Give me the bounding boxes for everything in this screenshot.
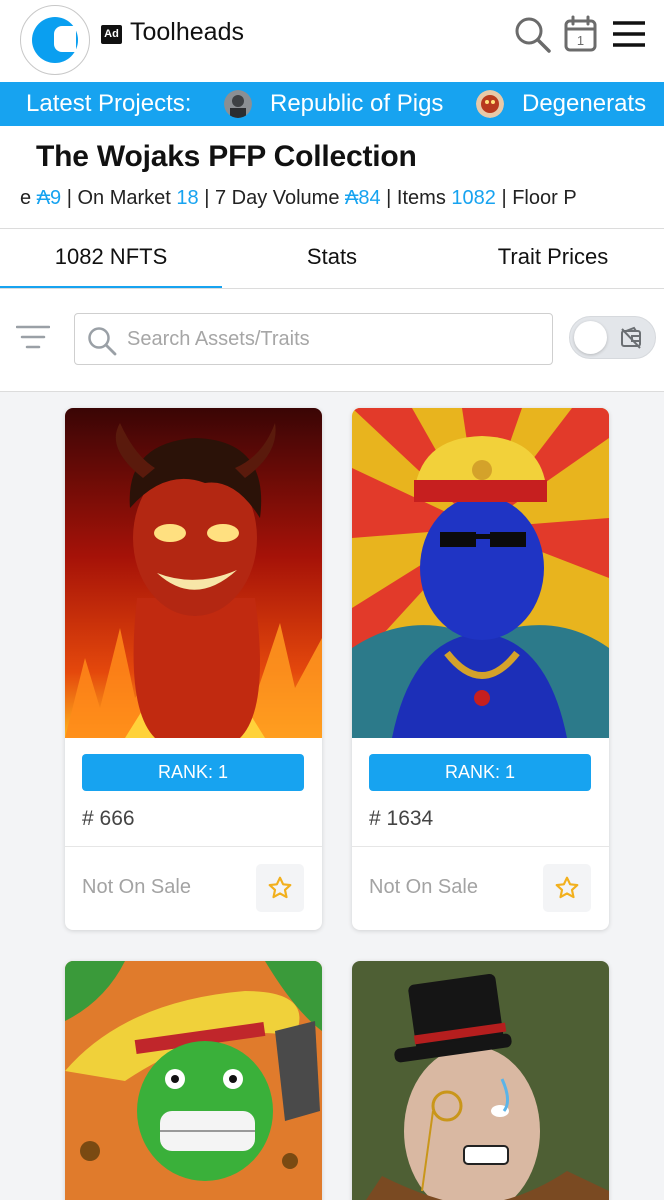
nft-card[interactable] xyxy=(65,961,322,1200)
tab-trait-prices[interactable]: Trait Prices xyxy=(442,244,664,270)
nft-image[interactable] xyxy=(352,961,609,1200)
search-icon xyxy=(88,327,117,356)
rank-badge: RANK: 1 xyxy=(369,754,591,791)
project-avatar[interactable] xyxy=(476,90,504,118)
currency-symbol: ₳ xyxy=(36,187,51,209)
project-avatar[interactable] xyxy=(224,90,252,118)
star-icon xyxy=(555,876,579,899)
sale-status: Not On Sale xyxy=(369,876,478,898)
collection-stats: e ₳9 | On Market 18 | 7 Day Volume ₳84 |… xyxy=(0,186,664,216)
ad-badge: Ad xyxy=(101,25,122,44)
wallet-off-icon xyxy=(621,326,641,349)
nft-grid: RANK: 1 # 666 Not On Sale RANK: 1 # 1634… xyxy=(0,392,664,1200)
divider xyxy=(0,228,664,229)
nft-image[interactable] xyxy=(65,961,322,1200)
card-divider xyxy=(352,846,609,847)
collection-title: The Wojaks PFP Collection xyxy=(36,140,417,173)
ticker-project-link[interactable]: Degenerats xyxy=(522,90,646,118)
logo-icon[interactable] xyxy=(20,5,90,75)
calendar-icon[interactable]: 1 xyxy=(561,14,601,54)
stat-value: 9 xyxy=(50,187,62,209)
nft-card[interactable] xyxy=(352,961,609,1200)
stat-label: | Floor P xyxy=(495,187,577,209)
tab-stats[interactable]: Stats xyxy=(222,244,442,270)
brand-name[interactable]: Toolheads xyxy=(130,18,244,47)
stat-value: 84 xyxy=(358,187,381,209)
currency-symbol: ₳ xyxy=(345,187,359,209)
menu-icon[interactable] xyxy=(609,14,649,54)
star-icon xyxy=(268,876,292,899)
ticker-label: Latest Projects: xyxy=(26,90,192,117)
nft-card[interactable]: RANK: 1 # 666 Not On Sale xyxy=(65,408,322,930)
calendar-day: 1 xyxy=(577,33,584,48)
stat-value: 1082 xyxy=(451,187,496,209)
filter-icon[interactable] xyxy=(16,324,50,350)
stats-prefix: e xyxy=(20,187,37,209)
nft-image[interactable] xyxy=(65,408,322,738)
search-icon[interactable] xyxy=(512,14,552,54)
stat-label: | Items xyxy=(380,187,452,209)
search-input[interactable] xyxy=(127,326,537,352)
latest-projects-ticker: Latest Projects: Republic of Pigs Degene… xyxy=(0,82,664,126)
toggle-knob xyxy=(574,321,607,354)
stat-label: | On Market xyxy=(61,187,177,209)
nft-image[interactable] xyxy=(352,408,609,738)
card-divider xyxy=(65,846,322,847)
stat-label: | 7 Day Volume xyxy=(198,187,346,209)
favorite-button[interactable] xyxy=(256,864,304,912)
favorite-button[interactable] xyxy=(543,864,591,912)
top-header: Ad Toolheads 1 xyxy=(0,0,664,82)
ticker-project-link[interactable]: Republic of Pigs xyxy=(270,90,443,118)
rank-badge: RANK: 1 xyxy=(82,754,304,791)
stat-value: 18 xyxy=(176,187,199,209)
wallet-toggle[interactable] xyxy=(569,316,656,359)
divider xyxy=(0,288,664,289)
nft-card[interactable]: RANK: 1 # 1634 Not On Sale xyxy=(352,408,609,930)
tab-nfts[interactable]: 1082 NFTS xyxy=(0,244,222,270)
nft-number: # 1634 xyxy=(369,807,434,830)
nft-number: # 666 xyxy=(82,807,135,830)
search-field[interactable] xyxy=(74,313,553,365)
sale-status: Not On Sale xyxy=(82,876,191,898)
